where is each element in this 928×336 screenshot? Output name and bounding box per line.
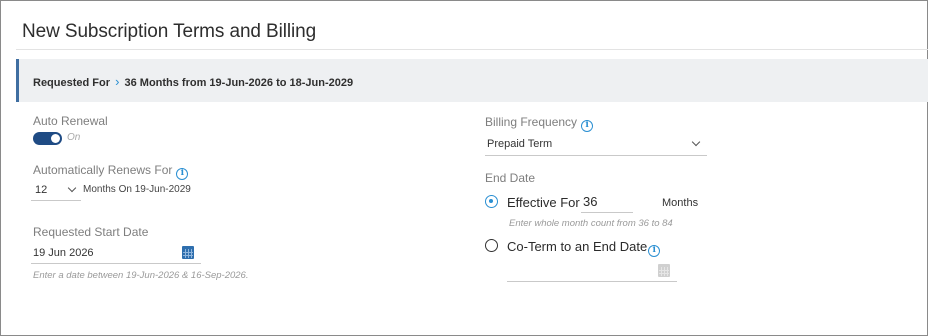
- info-icon[interactable]: i: [581, 120, 594, 132]
- billing-frequency-underline: [485, 155, 707, 156]
- info-icon[interactable]: i: [176, 168, 189, 180]
- title-divider: [16, 49, 928, 50]
- renews-for-suffix: Months On 19-Jun-2029: [83, 184, 191, 195]
- effective-for-radio[interactable]: [485, 195, 498, 208]
- requested-for-summary: Requested For › 36 Months from 19-Jun-20…: [33, 74, 353, 89]
- auto-renewal-state: On: [67, 132, 81, 143]
- subscription-terms-panel: New Subscription Terms and Billing Reque…: [0, 0, 928, 336]
- end-date-label: End Date: [485, 171, 536, 185]
- co-term-label-text: Co-Term to an End Date: [507, 239, 648, 254]
- renews-for-select[interactable]: 12: [35, 184, 47, 196]
- renews-for-label-text: Automatically Renews For: [33, 163, 173, 177]
- auto-renewal-label: Auto Renewal: [33, 114, 108, 128]
- effective-for-hint: Enter whole month count from 36 to 84: [509, 218, 673, 229]
- start-date-underline: [31, 263, 201, 264]
- info-icon[interactable]: i: [648, 245, 661, 257]
- requested-for-value: 36 Months from 19-Jun-2026 to 18-Jun-202…: [124, 77, 354, 89]
- chevron-down-icon[interactable]: [691, 137, 701, 147]
- billing-frequency-label: Billing Frequency i: [485, 115, 594, 132]
- billing-frequency-label-text: Billing Frequency: [485, 115, 578, 129]
- calendar-icon[interactable]: [182, 246, 194, 259]
- effective-for-label: Effective For: [507, 195, 580, 210]
- page-title: New Subscription Terms and Billing: [22, 21, 317, 42]
- co-term-label: Co-Term to an End Date i: [507, 239, 661, 257]
- co-term-underline: [507, 281, 677, 282]
- effective-for-unit: Months: [662, 197, 699, 209]
- effective-for-months-input[interactable]: 36: [583, 194, 597, 209]
- effective-for-underline: [581, 212, 633, 213]
- requested-for-bar: Requested For › 36 Months from 19-Jun-20…: [16, 59, 928, 102]
- start-date-hint: Enter a date between 19-Jun-2026 & 16-Se…: [33, 270, 249, 281]
- chevron-right-icon: ›: [115, 74, 120, 89]
- calendar-icon: [658, 264, 670, 277]
- co-term-radio[interactable]: [485, 239, 498, 252]
- renews-for-label: Automatically Renews For i: [33, 163, 189, 180]
- start-date-input[interactable]: 19 Jun 2026: [33, 247, 94, 259]
- billing-frequency-select[interactable]: Prepaid Term: [487, 138, 552, 150]
- start-date-label: Requested Start Date: [33, 225, 149, 239]
- chevron-down-icon[interactable]: [67, 183, 77, 193]
- toggle-knob: [51, 134, 60, 143]
- requested-for-label: Requested For: [33, 77, 111, 89]
- renews-for-underline: [31, 200, 81, 201]
- auto-renewal-toggle[interactable]: [33, 132, 62, 145]
